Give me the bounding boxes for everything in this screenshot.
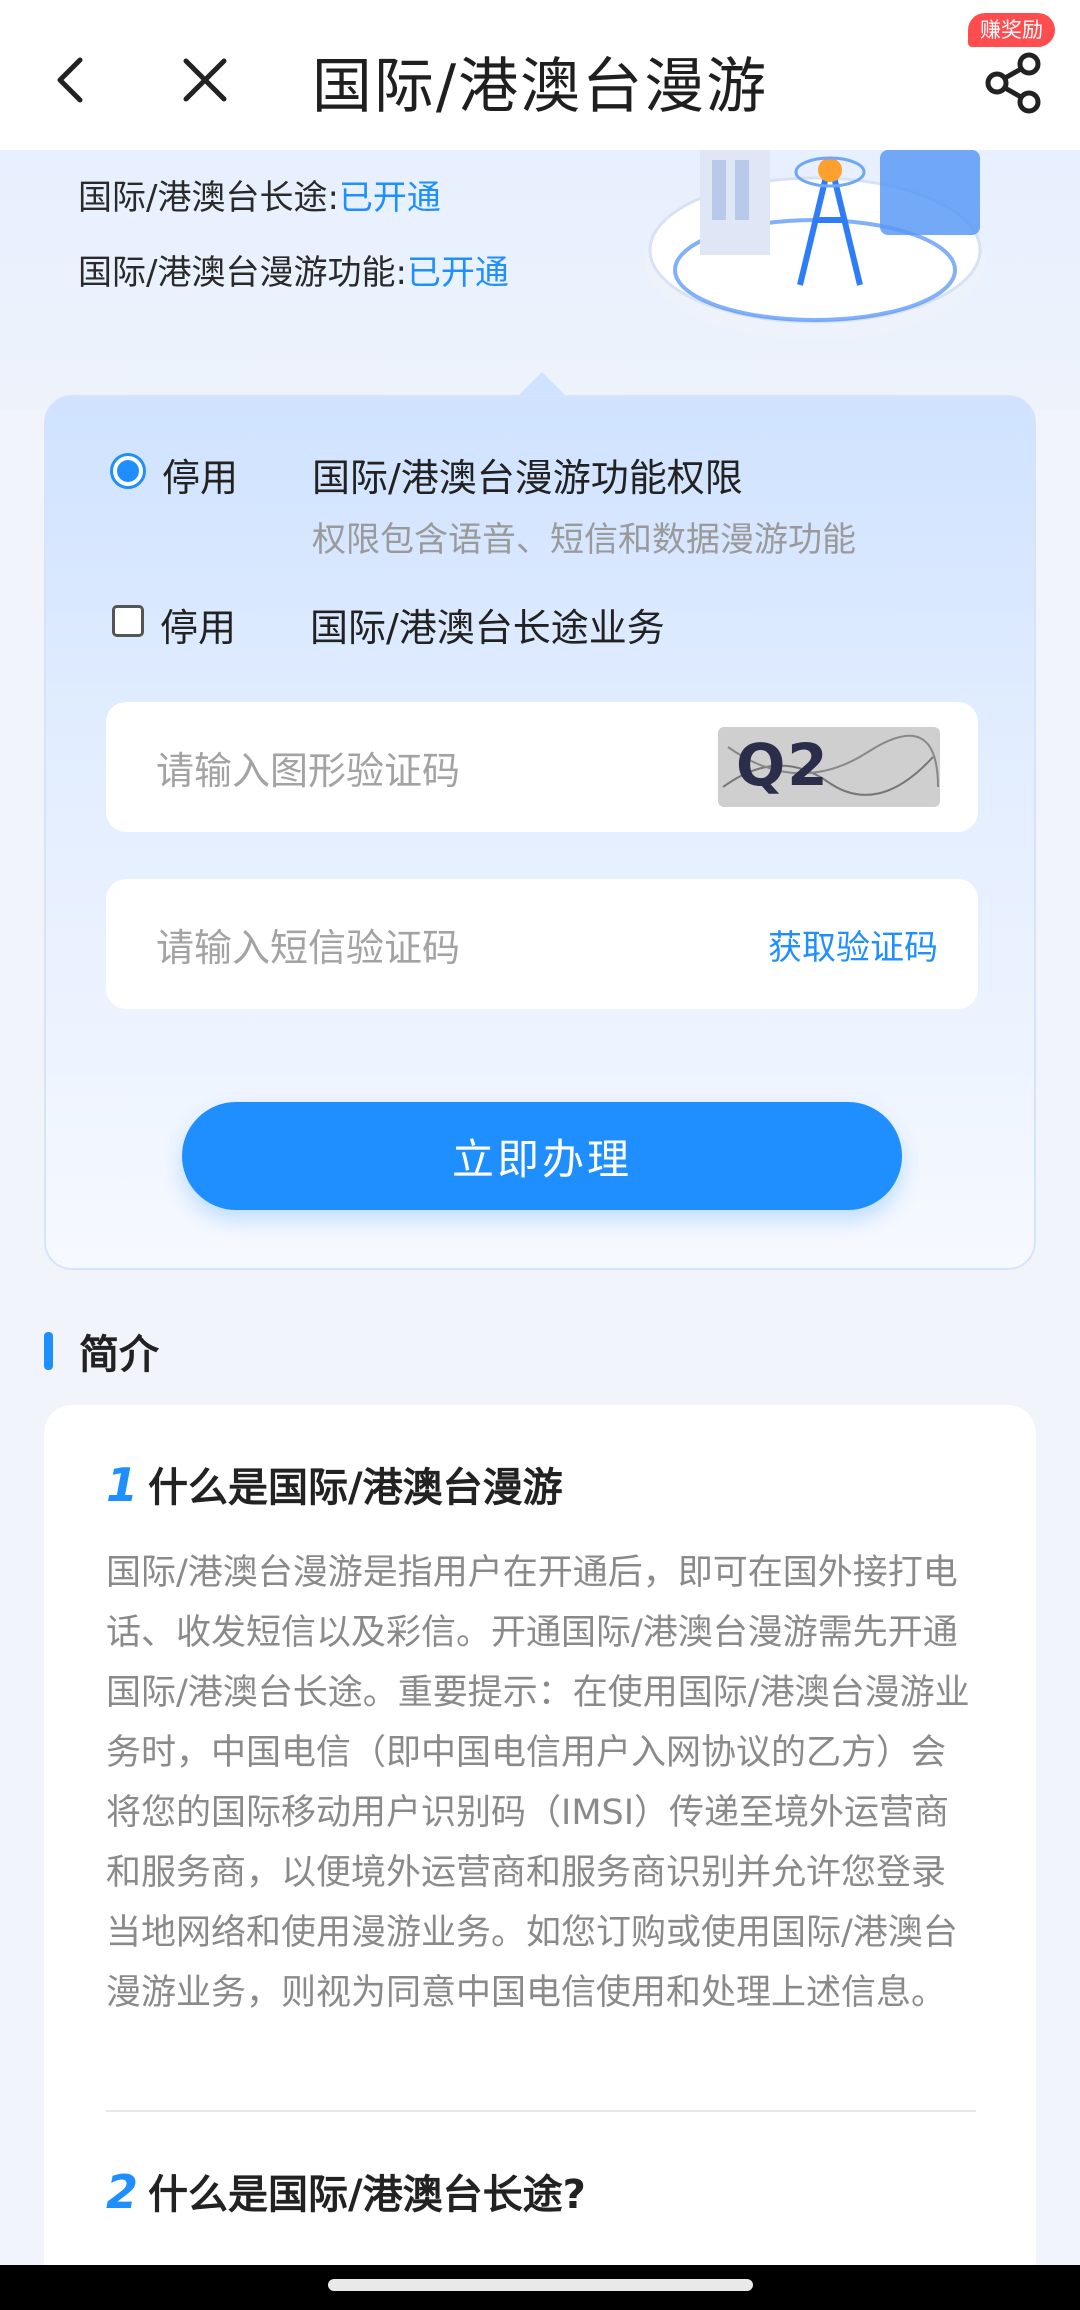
- option-subtitle: 权限包含语音、短信和数据漫游功能: [312, 520, 856, 560]
- option-title: 国际/港澳台漫游功能权限: [312, 456, 743, 500]
- section-bar: [44, 1332, 53, 1370]
- checkbox-icon[interactable]: [112, 605, 144, 637]
- status-banner: 国际/港澳台长途:已开通 国际/港澳台漫游功能:已开通: [0, 150, 1080, 410]
- get-code-button[interactable]: 获取验证码: [768, 920, 938, 969]
- roaming-status: 国际/港澳台漫游功能:已开通: [78, 245, 509, 294]
- captcha-input[interactable]: 请输入图形验证码: [156, 740, 718, 795]
- option-label: 停用: [160, 606, 237, 650]
- divider: [106, 2110, 976, 2112]
- roaming-value: 已开通: [406, 253, 509, 293]
- long-distance-label: 国际/港澳台长途:: [78, 178, 339, 218]
- question-1: 1 什么是国际/港澳台漫游: [106, 1455, 563, 1513]
- section-title: 简介: [79, 1332, 159, 1378]
- captcha-image[interactable]: Q2 WY: [718, 727, 940, 807]
- question-number: 2: [106, 2165, 139, 2219]
- question-title: 什么是国际/港澳台漫游: [148, 1465, 563, 1511]
- page-title: 国际/港澳台漫游: [311, 52, 769, 122]
- answer-text: 国际/港澳台漫游是指用户在开通后，即可在国外接打电话、收发短信以及彩信。开通国际…: [106, 1553, 970, 2013]
- option-title: 国际/港澳台长途业务: [310, 606, 665, 650]
- card-pointer: [518, 372, 566, 396]
- section-heading: 简介: [44, 1322, 159, 1380]
- option-label: 停用: [162, 456, 239, 500]
- question-number: 1: [106, 1458, 139, 1512]
- question-title: 什么是国际/港澳台长途?: [148, 2172, 586, 2218]
- option-disable-long-distance[interactable]: 停用 国际/港澳台长途业务: [110, 597, 665, 652]
- option-disable-roaming[interactable]: 停用 国际/港澳台漫游功能权限 权限包含语音、短信和数据漫游功能: [110, 447, 856, 561]
- radio-selected-icon[interactable]: [110, 453, 146, 489]
- captcha-field[interactable]: 请输入图形验证码 Q2 WY: [106, 702, 978, 832]
- share-button[interactable]: [978, 45, 1048, 120]
- share-icon: [985, 52, 1041, 113]
- sms-code-field[interactable]: 请输入短信验证码 获取验证码: [106, 879, 978, 1009]
- roaming-label: 国际/港澳台漫游功能:: [78, 253, 407, 293]
- long-distance-value: 已开通: [338, 178, 441, 218]
- captcha-text: Q2 WY: [736, 731, 844, 807]
- top-nav-bar: 国际/港澳台漫游 赚奖励: [0, 0, 1080, 150]
- submit-button[interactable]: 立即办理: [182, 1102, 902, 1210]
- sms-code-input[interactable]: 请输入短信验证码: [156, 917, 768, 972]
- question-2: 2 什么是国际/港澳台长途?: [106, 2162, 586, 2220]
- operation-card: 停用 国际/港澳台漫游功能权限 权限包含语音、短信和数据漫游功能 停用 国际/港…: [44, 395, 1036, 1270]
- reward-badge[interactable]: 赚奖励: [968, 13, 1055, 47]
- intro-card: 1 什么是国际/港澳台漫游 国际/港澳台漫游是指用户在开通后，即可在国外接打电话…: [44, 1405, 1036, 2310]
- long-distance-status: 国际/港澳台长途:已开通: [78, 170, 441, 219]
- signal-tower-illustration: [645, 150, 985, 340]
- home-indicator[interactable]: [328, 2279, 753, 2291]
